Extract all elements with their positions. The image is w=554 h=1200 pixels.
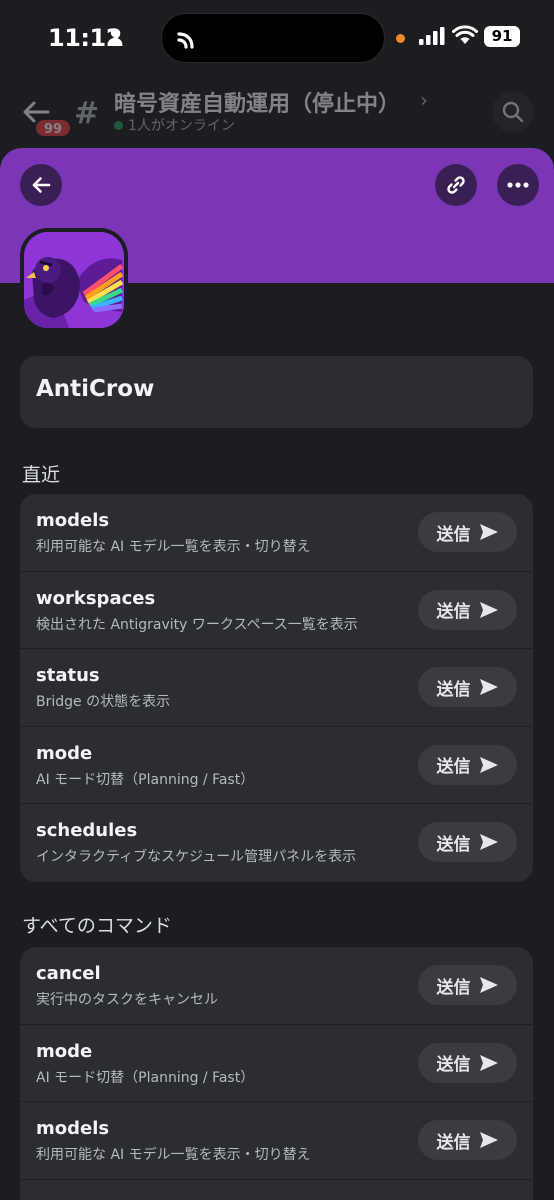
command-name: mode (36, 1040, 93, 1062)
channel-title[interactable]: 暗号資産自動運用（停止中） (114, 86, 400, 118)
chevron-right-icon: › (420, 88, 428, 112)
send-label: 送信 (436, 1132, 471, 1153)
command-row[interactable]: models 利用可能な AI モデル一覧を表示・切り替え 送信 (20, 494, 533, 572)
send-arrow-icon (479, 834, 498, 850)
send-arrow-icon (479, 977, 498, 993)
person-icon (107, 28, 123, 46)
send-label: 送信 (436, 757, 471, 777)
command-row[interactable]: workspaces 検出された Antigravity ワークスペース一覧を表… (20, 572, 533, 649)
send-arrow-icon (479, 524, 498, 540)
command-description: AI モード切替（Planning / Fast） (36, 1069, 255, 1086)
send-button[interactable]: 送信 (418, 965, 517, 1005)
recent-section-title: 直近 (22, 464, 61, 486)
link-icon (447, 176, 465, 194)
send-button[interactable]: 送信 (418, 1042, 517, 1083)
send-label: 送信 (436, 834, 471, 855)
command-name: workspaces (36, 587, 156, 609)
command-row[interactable]: cancel 実行中のタスクをキャンセル 送信 (20, 947, 533, 1025)
command-description: 利用可能な AI モデル一覧を表示・切り替え (36, 539, 311, 555)
command-name: models (36, 1118, 110, 1139)
send-label: 送信 (436, 1055, 471, 1075)
send-arrow-icon (479, 679, 498, 695)
unread-badge: 99 (34, 118, 72, 138)
online-status: 1人がオンライン (128, 118, 235, 134)
all-commands-section-title: すべてのコマンド (22, 915, 172, 937)
command-name: models (36, 510, 110, 531)
command-description: 実行中のタスクをキャンセル (36, 992, 218, 1008)
command-description: インタラクティブなスケジュール管理パネルを表示 (36, 849, 357, 865)
cellular-signal-icon (419, 27, 445, 45)
profile-name-card: AntiCrow (20, 356, 533, 428)
command-name: mode (36, 742, 93, 764)
search-icon (502, 101, 524, 123)
command-description: AI モード切替（Planning / Fast） (36, 771, 255, 788)
command-row[interactable]: status Bridge の状態を表示 送信 (20, 649, 533, 727)
send-button[interactable]: 送信 (418, 744, 517, 785)
recent-commands-list: models 利用可能な AI モデル一覧を表示・切り替え 送信 workspa… (20, 494, 533, 882)
send-button[interactable]: 送信 (418, 589, 517, 630)
command-row[interactable]: models 利用可能な AI モデル一覧を表示・切り替え 送信 (20, 1102, 533, 1180)
send-label: 送信 (436, 977, 471, 998)
all-commands-list: cancel 実行中のタスクをキャンセル 送信 mode AI モード切替（Pl… (20, 947, 533, 1200)
online-indicator (114, 121, 123, 130)
send-label: 送信 (436, 602, 471, 622)
search-button[interactable] (492, 91, 534, 133)
command-description: Bridge の状態を表示 (36, 694, 171, 710)
send-button[interactable]: 送信 (418, 512, 517, 552)
command-name: cancel (36, 963, 101, 984)
send-button[interactable]: 送信 (418, 822, 517, 862)
send-arrow-icon (479, 1054, 498, 1071)
command-description: 検出された Antigravity ワークスペース一覧を表示 (36, 616, 358, 633)
send-label: 送信 (436, 524, 471, 545)
send-arrow-icon (479, 756, 498, 773)
more-horizontal-icon (507, 182, 529, 188)
command-name: status (36, 665, 100, 686)
command-description: 利用可能な AI モデル一覧を表示・切り替え (36, 1147, 311, 1163)
send-button[interactable]: 送信 (418, 1120, 517, 1160)
channel-header: 99 # 暗号資産自動運用（停止中） › 1人がオンライン (0, 78, 554, 148)
status-bar: 11:12 91 (0, 0, 554, 76)
battery-indicator: 91 (484, 26, 520, 47)
arrow-left-icon (32, 177, 51, 193)
command-row[interactable]: mode AI モード切替（Planning / Fast） 送信 (20, 1025, 533, 1102)
send-arrow-icon (479, 1132, 498, 1148)
avatar (20, 228, 128, 332)
wifi-icon (452, 25, 478, 44)
command-row[interactable]: schedules インタラクティブなスケジュール管理パネルを表示 送信 (20, 804, 533, 882)
copy-link-button[interactable] (435, 164, 477, 206)
send-label: 送信 (436, 679, 471, 700)
activity-icon (177, 32, 194, 49)
send-arrow-icon (479, 601, 498, 618)
more-options-button[interactable] (497, 164, 539, 206)
command-name: schedules (36, 820, 138, 841)
command-row[interactable]: mode AI モード切替（Planning / Fast） 送信 (20, 727, 533, 804)
command-row-partial[interactable] (20, 1180, 533, 1200)
privacy-indicator (396, 34, 405, 43)
hashtag-icon: # (74, 96, 100, 131)
app-profile-sheet: AntiCrow 直近 models 利用可能な AI モデル一覧を表示・切り替… (0, 148, 554, 1200)
send-button[interactable]: 送信 (418, 667, 517, 707)
back-button[interactable] (20, 164, 62, 206)
profile-name: AntiCrow (36, 376, 155, 402)
crow-logo-icon (24, 232, 124, 328)
